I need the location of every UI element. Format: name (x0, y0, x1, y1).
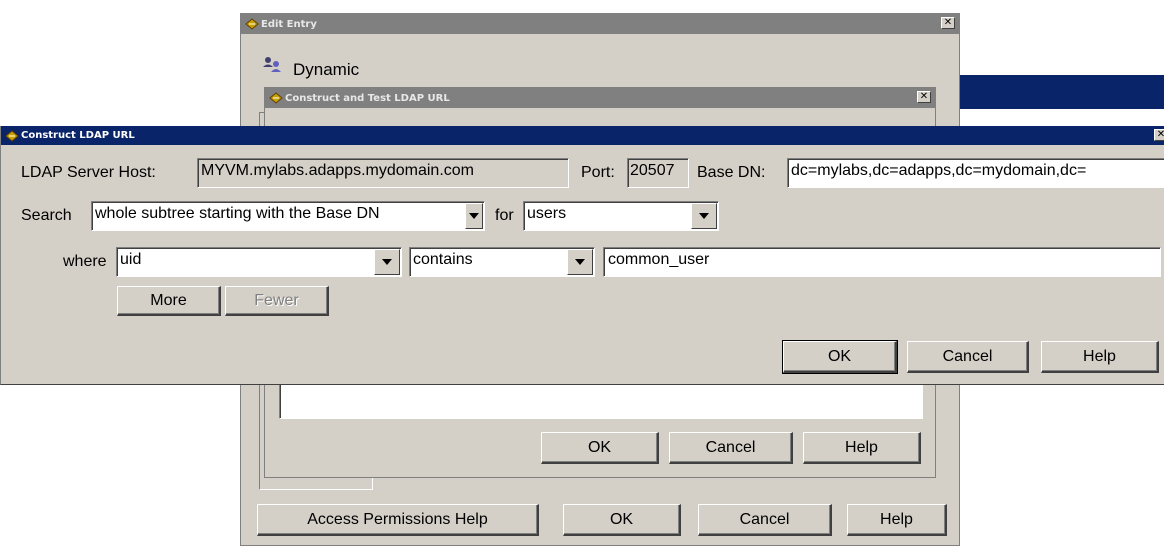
app-icon (245, 18, 259, 30)
for-select[interactable]: users (523, 201, 719, 231)
server-host-label: LDAP Server Host: (21, 164, 156, 181)
construct-test-titlebar[interactable]: Construct and Test LDAP URL ✕ (265, 88, 935, 108)
close-icon[interactable]: ✕ (941, 17, 955, 29)
more-button[interactable]: More (117, 286, 221, 316)
construct-test-title: Construct and Test LDAP URL (285, 92, 450, 104)
search-scope-value: whole subtree starting with the Base DN (95, 205, 380, 222)
search-label: Search (21, 207, 72, 224)
search-scope-select[interactable]: whole subtree starting with the Base DN (91, 201, 485, 231)
app-icon (269, 92, 283, 104)
ok-button[interactable]: OK (782, 340, 898, 374)
base-dn-label: Base DN: (697, 164, 766, 181)
construct-title: Construct LDAP URL (21, 130, 135, 141)
construct-test-help-button[interactable]: Help (803, 432, 921, 464)
where-attribute-select[interactable]: uid (116, 247, 402, 277)
close-icon[interactable]: ✕ (1154, 129, 1164, 141)
chevron-down-icon[interactable] (691, 203, 717, 229)
edit-entry-cancel-button[interactable]: Cancel (698, 504, 832, 536)
construct-test-ok-button[interactable]: OK (541, 432, 659, 464)
where-attribute-value: uid (120, 251, 142, 268)
edit-entry-help-button[interactable]: Help (847, 504, 947, 536)
close-icon[interactable]: ✕ (917, 91, 931, 103)
fewer-button: Fewer (225, 286, 329, 316)
base-dn-input[interactable]: dc=mylabs,dc=adapps,dc=mydomain,dc= (787, 158, 1164, 188)
chevron-down-icon[interactable] (465, 203, 483, 229)
construct-titlebar[interactable]: Construct LDAP URL ✕ (1, 126, 1164, 145)
edit-entry-titlebar[interactable]: Edit Entry ✕ (241, 14, 959, 34)
server-host-field: MYVM.mylabs.adapps.mydomain.com (197, 158, 569, 188)
where-operator-select[interactable]: contains (409, 247, 595, 277)
access-permissions-help-button[interactable]: Access Permissions Help (257, 504, 539, 536)
construct-test-cancel-button[interactable]: Cancel (669, 432, 793, 464)
background-title-band (930, 75, 1164, 109)
entry-heading: Dynamic (293, 60, 360, 79)
chevron-down-icon[interactable] (374, 249, 400, 275)
edit-entry-ok-button[interactable]: OK (563, 504, 681, 536)
port-field: 20507 (627, 158, 689, 188)
edit-entry-title: Edit Entry (261, 18, 317, 30)
where-label: where (63, 253, 107, 270)
for-label: for (495, 207, 514, 224)
test-result-area[interactable] (279, 383, 923, 419)
app-icon (5, 129, 19, 142)
for-value: users (527, 205, 567, 222)
port-label: Port: (581, 164, 615, 181)
where-operator-value: contains (413, 251, 473, 268)
cancel-button[interactable]: Cancel (907, 341, 1029, 373)
group-icon (263, 57, 281, 72)
help-button[interactable]: Help (1041, 341, 1159, 373)
chevron-down-icon[interactable] (567, 249, 593, 275)
where-value-input[interactable]: common_user (603, 247, 1161, 277)
construct-ldap-url-window: Construct LDAP URL ✕ LDAP Server Host: M… (0, 126, 1164, 385)
